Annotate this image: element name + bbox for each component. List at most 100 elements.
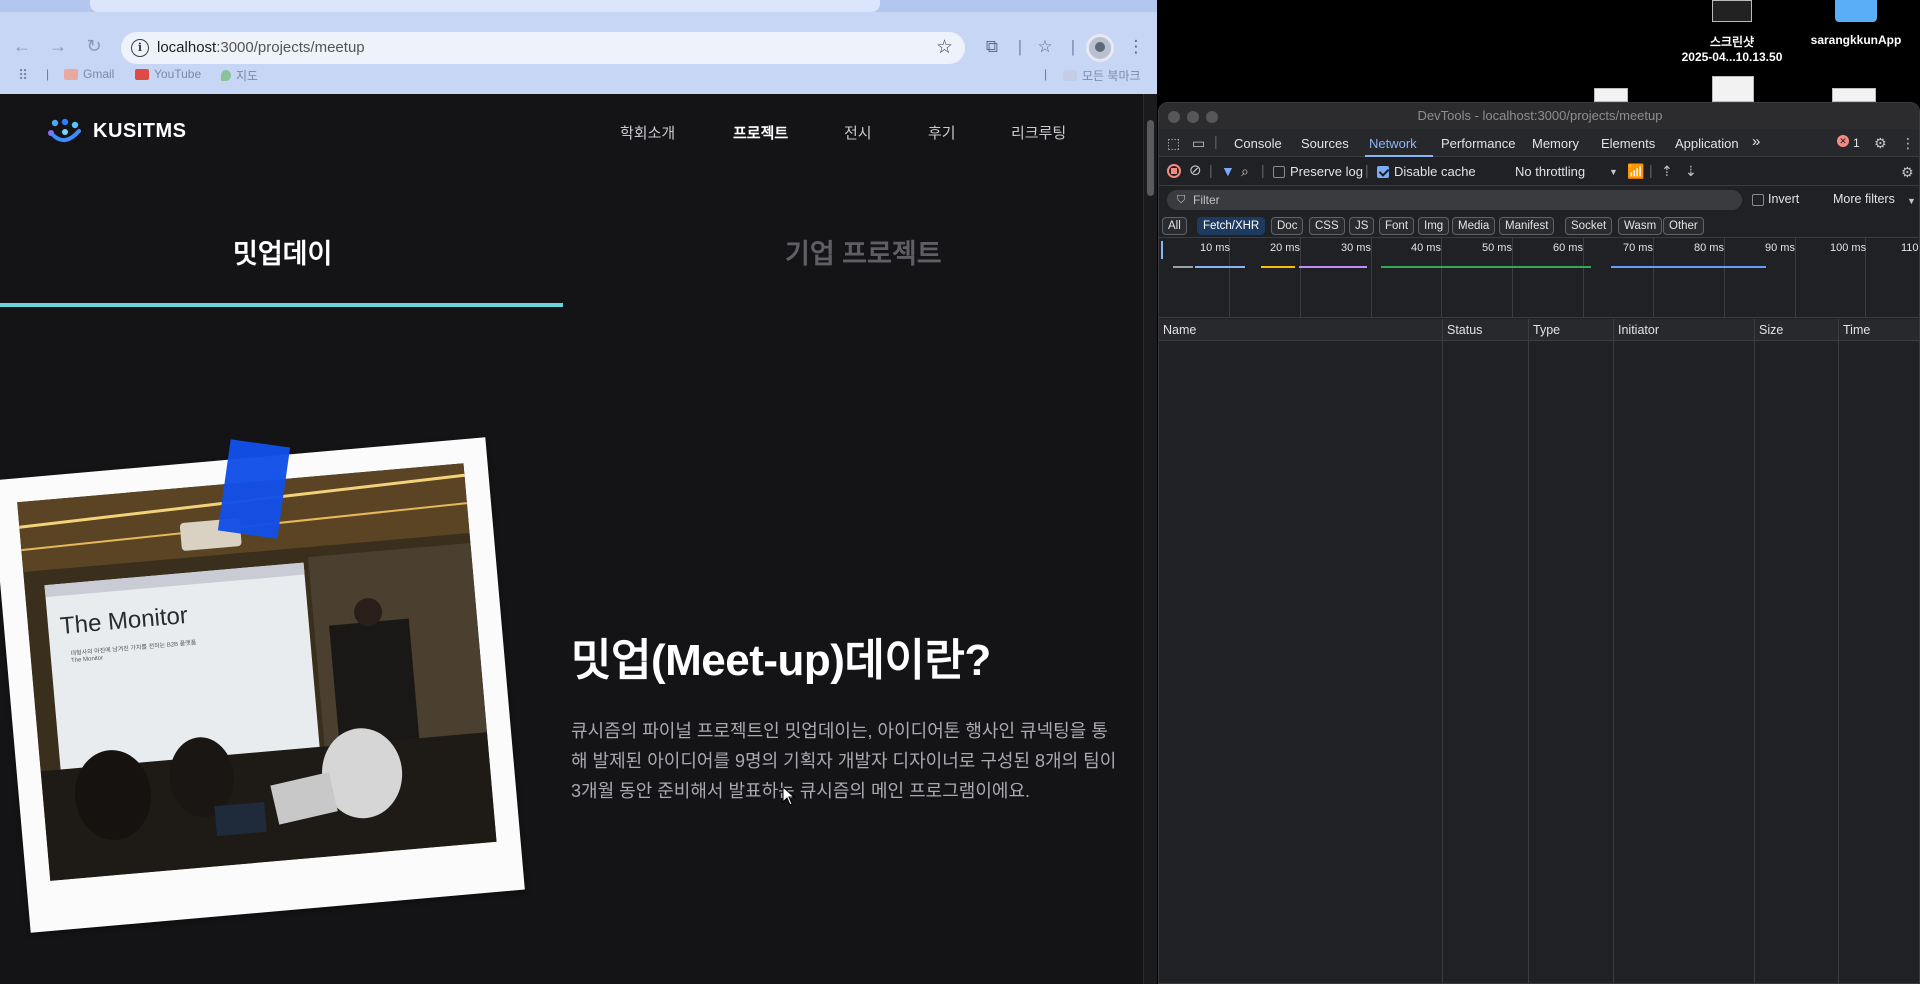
filter-input[interactable]: ⛉ Filter	[1167, 190, 1742, 210]
column-header-size[interactable]: Size	[1759, 323, 1783, 337]
description-line: 3개월 동안 준비해서 발표하는 큐시즘의 메인 프로그램이에요.	[571, 781, 1031, 801]
clear-log-icon[interactable]: ⊘	[1189, 163, 1202, 179]
bookmarks-divider: |	[1044, 67, 1048, 81]
search-icon[interactable]: ⌕	[1241, 163, 1249, 179]
column-header-initiator[interactable]: Initiator	[1618, 323, 1659, 337]
bookmark-youtube[interactable]: YouTube	[135, 67, 201, 81]
window-close-button[interactable]	[1168, 111, 1180, 123]
column-header-time[interactable]: Time	[1843, 323, 1870, 337]
tab-performance[interactable]: Performance	[1441, 136, 1515, 151]
filter-chip-socket[interactable]: Socket	[1565, 217, 1613, 235]
tab-sources[interactable]: Sources	[1301, 136, 1349, 151]
network-settings-icon[interactable]: ⚙	[1901, 164, 1914, 180]
site-info-icon[interactable]: i	[131, 39, 149, 57]
timeline-tick-label: 50 ms	[1482, 242, 1512, 254]
mouse-cursor-icon	[782, 786, 796, 806]
site-logo[interactable]: KUSITMS	[46, 118, 187, 144]
tab-elements[interactable]: Elements	[1601, 136, 1655, 151]
desktop-file-thumbnail[interactable]	[1712, 76, 1754, 102]
column-header-status[interactable]: Status	[1447, 323, 1482, 337]
bookmarks-icon[interactable]: ☆	[1034, 36, 1056, 58]
window-zoom-button[interactable]	[1206, 111, 1218, 123]
window-minimize-button[interactable]	[1187, 111, 1199, 123]
nav-reviews[interactable]: 후기	[928, 122, 956, 143]
nav-recruiting[interactable]: 리크루팅	[1011, 122, 1066, 143]
extensions-icon[interactable]: ⧉	[981, 36, 1003, 58]
menu-kebab-icon[interactable]: ⋮	[1125, 36, 1147, 58]
more-filters-dropdown[interactable]: More filters	[1833, 192, 1895, 206]
filter-chip-font[interactable]: Font	[1379, 217, 1415, 235]
inspect-element-icon[interactable]: ⬚	[1167, 135, 1180, 151]
invert-checkbox[interactable]	[1752, 194, 1764, 206]
filter-chip-all[interactable]: All	[1162, 217, 1187, 235]
column-header-type[interactable]: Type	[1533, 323, 1560, 337]
youtube-icon	[135, 68, 149, 80]
back-icon[interactable]: ←	[12, 36, 32, 56]
page-scrollbar-thumb[interactable]	[1147, 120, 1154, 196]
timeline-gridline	[1653, 238, 1654, 318]
filter-chip-manifest[interactable]: Manifest	[1499, 217, 1555, 235]
filter-placeholder: Filter	[1193, 193, 1220, 207]
filter-chip-img[interactable]: Img	[1418, 217, 1450, 235]
network-overview-timeline[interactable]: 10 ms 20 ms 30 ms 40 ms 50 ms 60 ms 70 m…	[1159, 238, 1919, 318]
nav-exhibition[interactable]: 전시	[844, 122, 872, 143]
error-count[interactable]: 1	[1853, 136, 1860, 150]
tab-meetup-day[interactable]: 밋업데이	[233, 232, 332, 271]
browser-tab[interactable]	[90, 0, 880, 12]
timeline-gridline	[1724, 238, 1725, 318]
desktop-file-thumbnail[interactable]	[1832, 88, 1876, 102]
description-line: 큐시즘의 파이널 프로젝트인 밋업데이는, 아이디어톤 행사인 큐넥팅을 통	[571, 721, 1108, 741]
network-conditions-icon[interactable]: 📶	[1627, 163, 1644, 179]
column-header-name[interactable]: Name	[1163, 323, 1196, 337]
filter-chip-fetch-xhr[interactable]: Fetch/XHR	[1197, 217, 1266, 235]
nav-projects[interactable]: 프로젝트	[733, 122, 788, 143]
more-tabs-chevron-icon[interactable]: »	[1752, 133, 1760, 150]
bookmark-maps[interactable]: 지도	[221, 67, 258, 84]
tab-application[interactable]: Application	[1675, 136, 1739, 151]
filter-chip-css[interactable]: CSS	[1309, 217, 1345, 235]
profile-avatar[interactable]	[1086, 34, 1114, 62]
throttling-select[interactable]: No throttling	[1515, 164, 1585, 179]
chevron-down-icon[interactable]: ▼	[1609, 164, 1618, 180]
filter-chip-js[interactable]: JS	[1349, 217, 1375, 235]
desktop-file-thumbnail[interactable]	[1594, 88, 1628, 102]
all-bookmarks[interactable]: 모든 북마크	[1063, 67, 1141, 84]
bookmark-star-icon[interactable]: ☆	[936, 36, 953, 59]
bookmark-gmail[interactable]: Gmail	[64, 67, 114, 81]
folder-icon[interactable]	[1835, 0, 1877, 22]
page-scrollbar[interactable]	[1143, 94, 1157, 984]
filter-chip-wasm[interactable]: Wasm	[1618, 217, 1663, 235]
timeline-request-bar	[1261, 266, 1295, 268]
timeline-tick-label: 40 ms	[1411, 242, 1441, 254]
preserve-log-checkbox[interactable]	[1273, 166, 1285, 178]
timeline-request-bar	[1299, 266, 1367, 268]
chevron-down-icon[interactable]: ▼	[1907, 193, 1916, 209]
record-stop-icon[interactable]	[1167, 164, 1181, 178]
desktop-folder-label[interactable]: sarangkkunApp	[1800, 33, 1912, 47]
disable-cache-checkbox[interactable]	[1377, 166, 1389, 178]
nav-about[interactable]: 학회소개	[620, 122, 675, 143]
tab-memory[interactable]: Memory	[1532, 136, 1579, 151]
devtools-menu-icon[interactable]: ⋮	[1901, 135, 1915, 151]
device-toolbar-icon[interactable]: ▭	[1192, 135, 1205, 151]
filter-chip-media[interactable]: Media	[1452, 217, 1496, 235]
timeline-tick-label: 10 ms	[1200, 242, 1230, 254]
filter-chip-other[interactable]: Other	[1663, 217, 1704, 235]
error-icon[interactable]: ✕	[1837, 135, 1849, 147]
desktop-file-thumbnail[interactable]	[1712, 0, 1752, 22]
apps-grid-icon[interactable]: ⠿	[18, 67, 28, 84]
settings-gear-icon[interactable]: ⚙	[1874, 135, 1887, 151]
filter-funnel-icon[interactable]: ▼	[1221, 163, 1235, 179]
tab-console[interactable]: Console	[1234, 136, 1282, 151]
column-divider	[1613, 319, 1614, 983]
reload-icon[interactable]: ↻	[84, 36, 104, 56]
timeline-tick-label: 100 ms	[1830, 242, 1867, 254]
tab-network[interactable]: Network	[1369, 136, 1417, 151]
import-har-icon[interactable]: ⇡	[1661, 163, 1673, 179]
timeline-marker	[1161, 241, 1163, 259]
export-har-icon[interactable]: ⇣	[1685, 163, 1697, 179]
tab-corporate-project[interactable]: 기업 프로젝트	[785, 232, 942, 271]
desktop-file-label[interactable]: 스크린샷 2025-04...10.13.50	[1660, 33, 1804, 64]
forward-icon[interactable]: →	[48, 36, 68, 56]
filter-chip-doc[interactable]: Doc	[1271, 217, 1304, 235]
